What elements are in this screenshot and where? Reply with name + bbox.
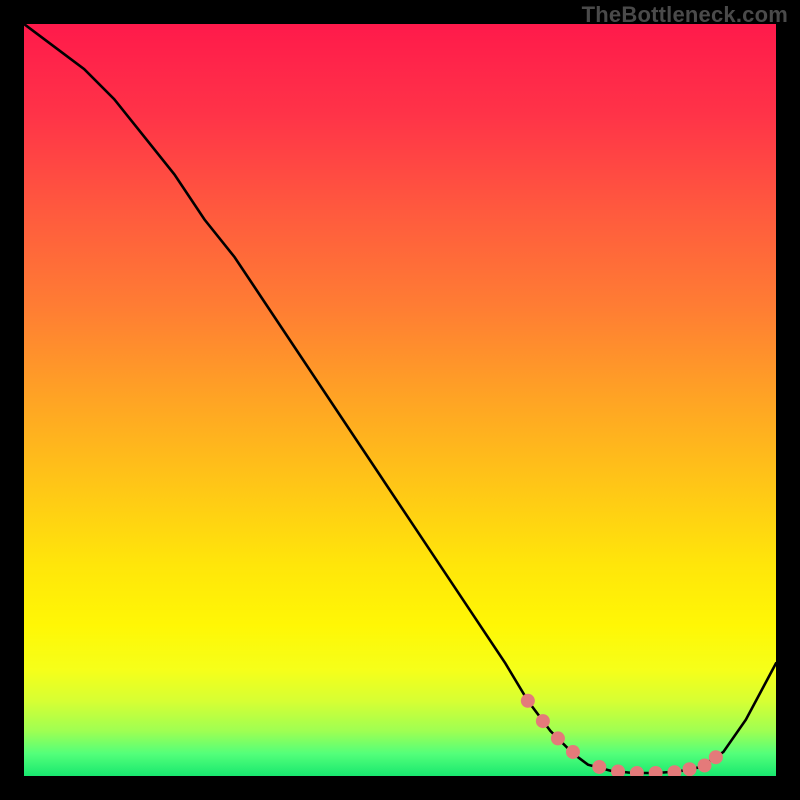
curve-marker xyxy=(521,694,535,708)
curve-marker xyxy=(592,760,606,774)
curve-marker xyxy=(698,758,712,772)
chart-frame: TheBottleneck.com xyxy=(0,0,800,800)
curve-marker xyxy=(536,714,550,728)
curve-marker xyxy=(709,750,723,764)
plot-area xyxy=(24,24,776,776)
curve-marker xyxy=(683,762,697,776)
curve-marker xyxy=(566,745,580,759)
watermark-text: TheBottleneck.com xyxy=(582,2,788,28)
plot-svg xyxy=(24,24,776,776)
gradient-background xyxy=(24,24,776,776)
curve-marker xyxy=(551,731,565,745)
